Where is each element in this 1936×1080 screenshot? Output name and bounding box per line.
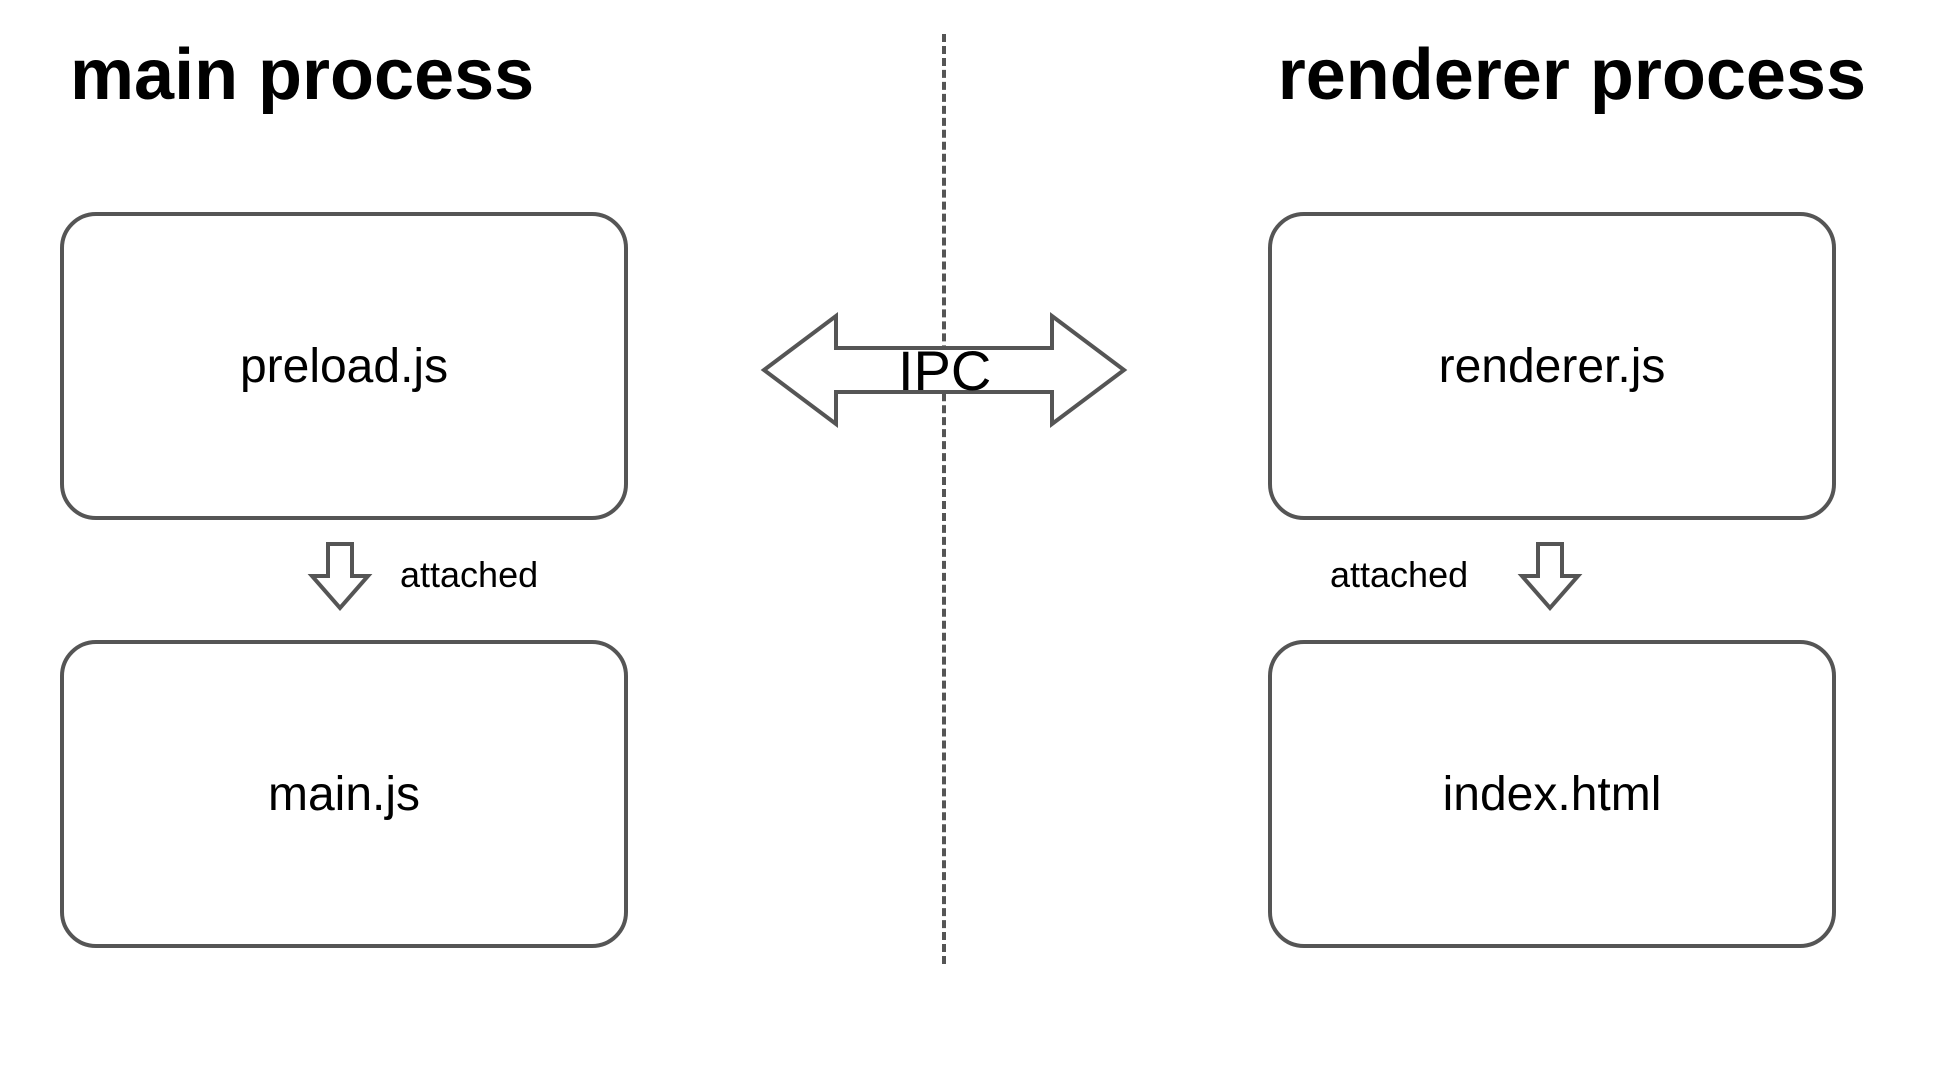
main-process-heading: main process: [70, 34, 534, 116]
preload-js-label: preload.js: [240, 339, 448, 394]
index-html-box: index.html: [1268, 640, 1836, 948]
attached-down-arrow-icon-left: [300, 536, 380, 621]
renderer-js-box: renderer.js: [1268, 212, 1836, 520]
diagram-canvas: main process renderer process preload.js…: [0, 0, 1936, 1080]
attached-label-left: attached: [400, 554, 538, 596]
renderer-process-heading: renderer process: [1278, 34, 1866, 116]
preload-js-box: preload.js: [60, 212, 628, 520]
ipc-label: IPC: [898, 338, 991, 403]
main-js-label: main.js: [268, 767, 420, 822]
index-html-label: index.html: [1443, 767, 1662, 822]
attached-label-right: attached: [1330, 554, 1468, 596]
attached-down-arrow-icon-right: [1510, 536, 1590, 621]
process-divider-line: [942, 34, 946, 964]
main-js-box: main.js: [60, 640, 628, 948]
renderer-js-label: renderer.js: [1439, 339, 1666, 394]
